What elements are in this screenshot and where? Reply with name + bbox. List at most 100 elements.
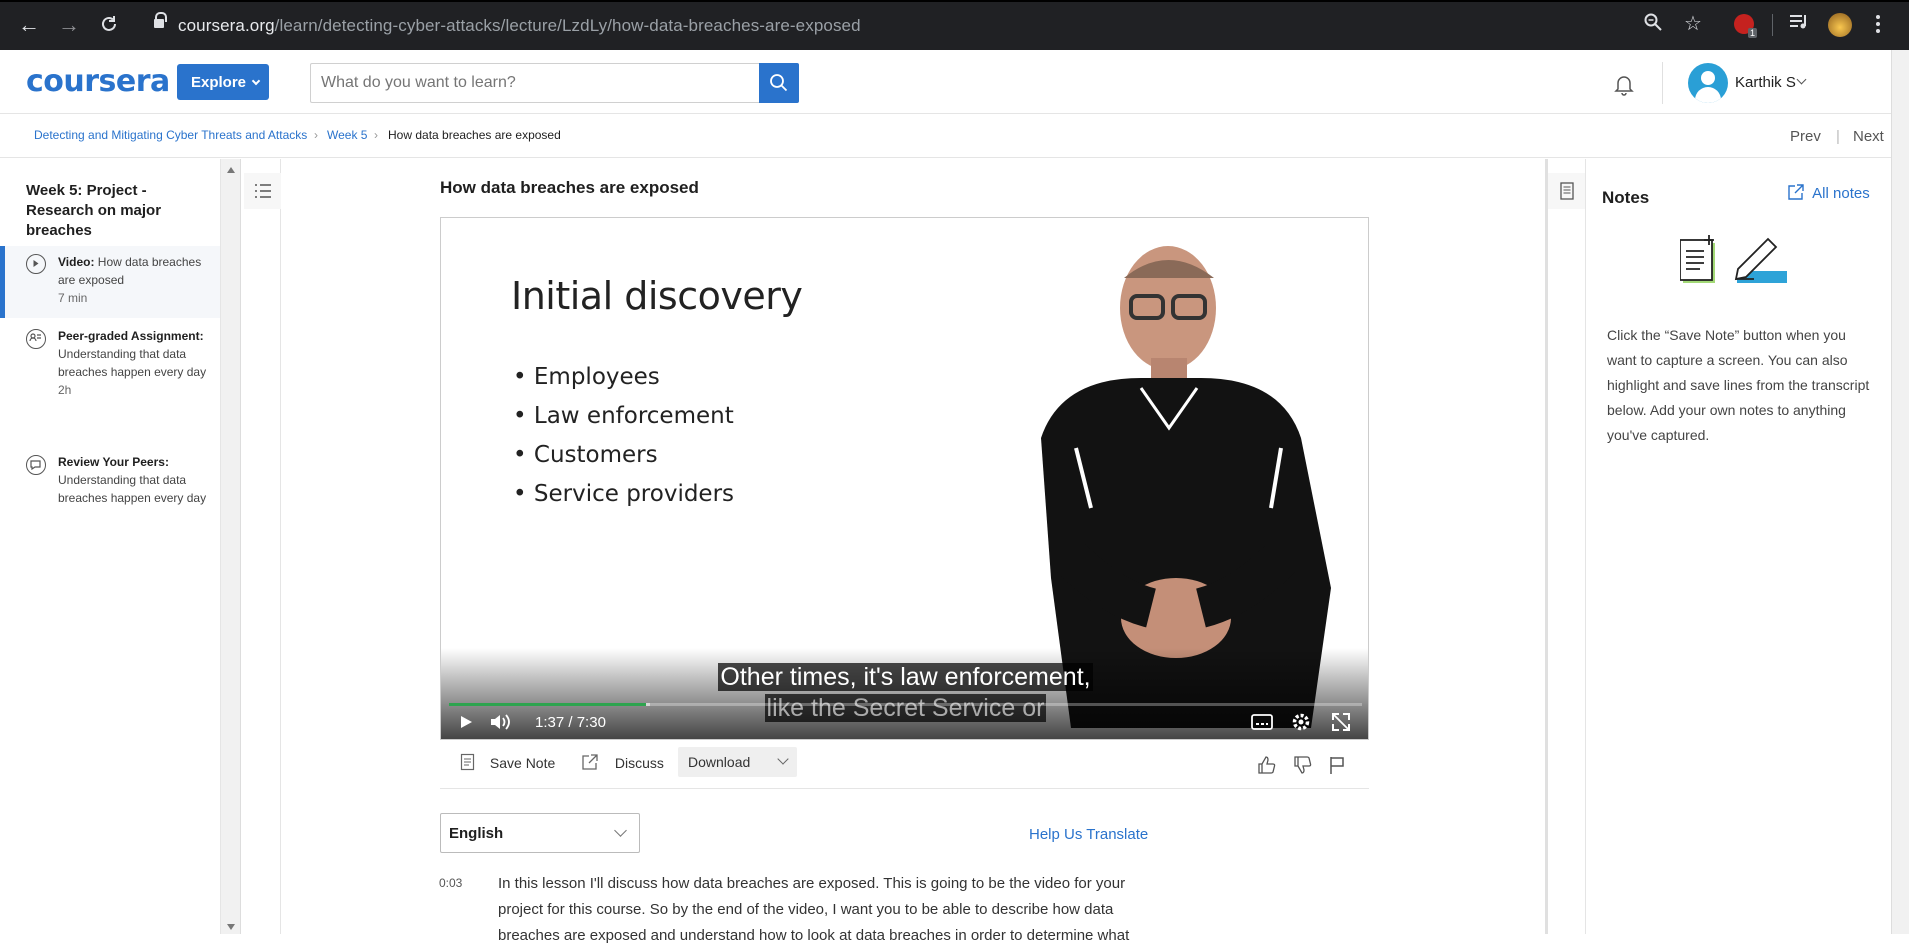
- user-name[interactable]: Karthik S: [1735, 74, 1796, 91]
- explore-label: Explore: [191, 74, 247, 91]
- transcript-language-select[interactable]: English: [440, 813, 640, 853]
- search-icon: [770, 74, 788, 92]
- page-scrollbar[interactable]: [1891, 50, 1909, 934]
- browser-menu-icon[interactable]: [1876, 15, 1880, 35]
- sidebar-item-peer-assignment[interactable]: Peer-graded Assignment: Understanding th…: [0, 327, 220, 435]
- browser-toolbar: ← → coursera.org/learn/detecting-cyber-a…: [0, 0, 1909, 50]
- breadcrumb-week[interactable]: Week 5: [327, 128, 367, 142]
- sidebar-item-review-peers[interactable]: Review Your Peers: Understanding that da…: [0, 453, 220, 533]
- toc-toggle-column: [244, 159, 281, 934]
- slide-title: Initial discovery: [511, 274, 803, 318]
- reload-icon[interactable]: [97, 14, 121, 38]
- sidebar-scrollbar[interactable]: [221, 159, 241, 934]
- slide-bullet: • Customers: [513, 442, 658, 468]
- back-icon[interactable]: ←: [17, 14, 41, 38]
- lecture-actions-bar: Save Note Discuss Download: [440, 741, 1369, 789]
- bell-icon[interactable]: [1612, 72, 1636, 96]
- explore-button[interactable]: Explore: [177, 64, 269, 100]
- toolbar-divider: [1772, 14, 1773, 36]
- item-type: Video:: [58, 255, 95, 269]
- toc-toggle-button[interactable]: [244, 173, 281, 209]
- zoom-icon[interactable]: [1644, 13, 1662, 36]
- media-control-icon[interactable]: [1789, 13, 1809, 36]
- time-separator: /: [568, 714, 573, 731]
- transcript-text[interactable]: In this lesson I'll discuss how data bre…: [498, 871, 1138, 949]
- sidebar-item-video[interactable]: Video: How data breaches are exposed 7 m…: [0, 246, 220, 318]
- notes-title: Notes: [1602, 188, 1650, 207]
- breadcrumb-separator: ›: [374, 128, 378, 142]
- played-bar: [449, 703, 647, 706]
- download-dropdown[interactable]: Download: [678, 747, 797, 777]
- forward-icon[interactable]: →: [57, 14, 81, 38]
- thumbs-up-icon[interactable]: [1257, 755, 1277, 778]
- notes-toggle-button[interactable]: [1548, 173, 1585, 209]
- week-sidebar: Week 5: Project - Research on major brea…: [0, 159, 221, 934]
- chevron-down-icon: [614, 824, 627, 837]
- address-bar[interactable]: coursera.org/learn/detecting-cyber-attac…: [140, 10, 1700, 40]
- all-notes-label: All notes: [1812, 185, 1870, 202]
- bookmark-star-icon[interactable]: ☆: [1684, 11, 1702, 36]
- lecture-title: How data breaches are exposed: [440, 178, 699, 197]
- prev-next-divider: |: [1836, 128, 1840, 145]
- help-translate-link[interactable]: Help Us Translate: [1029, 826, 1148, 843]
- scroll-up-arrow-icon[interactable]: [227, 167, 235, 173]
- settings-gear-icon[interactable]: [1291, 712, 1311, 736]
- breadcrumb: Detecting and Mitigating Cyber Threats a…: [0, 115, 1909, 158]
- chat-bubble-icon: [26, 455, 46, 475]
- captions-icon[interactable]: [1251, 712, 1273, 736]
- user-avatar[interactable]: [1688, 63, 1728, 103]
- volume-icon[interactable]: [489, 712, 513, 736]
- breadcrumb-separator: ›: [314, 128, 318, 142]
- url-text: coursera.org/learn/detecting-cyber-attac…: [178, 16, 861, 35]
- save-note-label: Save Note: [489, 755, 556, 771]
- thumbs-down-icon[interactable]: [1293, 755, 1313, 778]
- notes-description: Click the “Save Note” button when you wa…: [1607, 327, 1870, 443]
- video-player[interactable]: Initial discovery • Employees • Law enfo…: [440, 217, 1369, 740]
- transcript-timestamp[interactable]: 0:03: [439, 876, 462, 890]
- language-value: English: [449, 825, 504, 842]
- item-type: Review Your Peers:: [58, 455, 169, 469]
- item-duration: 7 min: [58, 291, 88, 305]
- slide-bullet: • Service providers: [513, 481, 735, 507]
- slide-bullets: • Employees • Law enforcement • Customer…: [513, 358, 734, 514]
- coursera-logo[interactable]: coursera: [26, 64, 170, 99]
- next-link[interactable]: Next: [1853, 128, 1884, 145]
- item-duration: 2h: [58, 383, 72, 397]
- slide-bullet: • Employees: [513, 364, 660, 390]
- all-notes-link[interactable]: All notes: [1788, 184, 1870, 202]
- list-icon: [255, 184, 271, 198]
- note-icon: [460, 753, 475, 771]
- fullscreen-icon[interactable]: [1331, 712, 1351, 736]
- item-title: Understanding that data breaches happen …: [58, 347, 207, 379]
- discuss-label: Discuss: [614, 755, 664, 771]
- window-edge: [0, 0, 1909, 2]
- search-button[interactable]: [759, 63, 799, 103]
- save-note-button[interactable]: Save Note: [460, 753, 555, 771]
- caption-line-1: Other times, it's law enforcement,: [718, 663, 1093, 691]
- chevron-down-icon: [251, 76, 261, 86]
- breadcrumb-current: How data breaches are exposed: [388, 128, 561, 142]
- item-title: Understanding that data breaches happen …: [58, 473, 207, 505]
- external-link-icon: [1788, 184, 1804, 200]
- profile-avatar[interactable]: [1828, 13, 1852, 37]
- notes-toggle-column: [1548, 159, 1586, 934]
- prev-link[interactable]: Prev: [1790, 128, 1821, 145]
- external-link-icon: [582, 754, 598, 770]
- notes-illustration-icon: [1680, 235, 1787, 283]
- play-icon[interactable]: [457, 712, 475, 736]
- video-progress-bar[interactable]: [449, 703, 1362, 706]
- lock-icon: [154, 12, 167, 29]
- chevron-down-icon[interactable]: [1796, 74, 1807, 85]
- notes-panel: Notes All notes Click the “Save Note” bu…: [1587, 159, 1891, 934]
- document-icon: [1560, 182, 1574, 200]
- download-label: Download: [688, 754, 751, 770]
- flag-icon[interactable]: [1328, 755, 1346, 778]
- slide-bullet: • Law enforcement: [513, 403, 734, 429]
- breadcrumb-course[interactable]: Detecting and Mitigating Cyber Threats a…: [34, 128, 307, 142]
- search-input[interactable]: [310, 63, 760, 103]
- scroll-down-arrow-icon[interactable]: [227, 924, 235, 930]
- discuss-button[interactable]: Discuss: [581, 753, 664, 771]
- site-header: coursera Explore Karthik S: [0, 50, 1909, 114]
- play-circle-icon: [26, 254, 46, 274]
- chevron-down-icon: [777, 753, 789, 765]
